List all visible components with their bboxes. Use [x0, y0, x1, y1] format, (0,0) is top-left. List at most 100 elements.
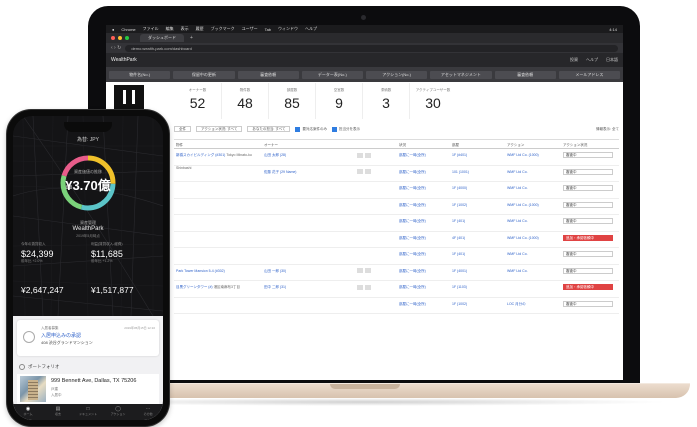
- cell-status[interactable]: 部屋に一時(全所): [399, 215, 452, 231]
- col-header[interactable]: アクション状況: [563, 140, 619, 148]
- cell-action[interactable]: LOC 月分の: [507, 298, 563, 314]
- cell-action[interactable]: WMF Ltd Co.: [507, 248, 563, 264]
- cell-property[interactable]: 目黒グリーンタワー (#) 港区南麻布3丁目: [174, 281, 264, 297]
- property-card[interactable]: 999 Bennett Ave, Dallas, TX 75206 戸建 入居中: [17, 374, 159, 404]
- table-row[interactable]: 部屋に一時(全所) 1F (4000) WMF Ltd Co. 審査中: [174, 182, 619, 199]
- cell-action[interactable]: WMF Ltd Co.: [507, 166, 563, 182]
- cell-room[interactable]: 1F (1002): [452, 199, 507, 215]
- cell-action[interactable]: WMF Ltd Co. (1000): [507, 199, 563, 215]
- action-button-3[interactable]: 審査依頼: [237, 70, 299, 79]
- menu-tab[interactable]: Tab: [265, 27, 271, 32]
- menu-history[interactable]: 履歴: [196, 26, 204, 32]
- status-dropdown[interactable]: 審査中: [563, 152, 613, 159]
- new-tab-icon[interactable]: +: [190, 35, 193, 41]
- property-link[interactable]: Park Tower Mansion 5-4 (#302): [176, 269, 225, 273]
- cell-room[interactable]: 101 (1001): [452, 166, 507, 182]
- cell-owner[interactable]: 佐藤 花子 (29 Name): [264, 166, 357, 182]
- status-dropdown[interactable]: 追加・承認依頼中: [563, 234, 613, 241]
- cell-action[interactable]: WMF Ltd Co. (1000): [507, 232, 563, 248]
- mail-icon[interactable]: [357, 268, 363, 274]
- cell-status[interactable]: 部屋に一時(全所): [399, 232, 452, 248]
- cell-owner[interactable]: 山田 太郎 (28): [264, 149, 357, 165]
- cell-room[interactable]: 4F (401): [452, 232, 507, 248]
- col-header[interactable]: アクション: [507, 140, 563, 148]
- menu-edit[interactable]: 編集: [166, 26, 174, 32]
- filter-select-3[interactable]: あなたの担当: すべて: [247, 126, 291, 132]
- cell-property[interactable]: [174, 199, 264, 215]
- cell-owner[interactable]: [264, 215, 357, 231]
- status-dropdown[interactable]: 審査中: [563, 218, 613, 225]
- apple-icon[interactable]: ●: [112, 27, 114, 32]
- maximize-window-icon[interactable]: [125, 36, 129, 40]
- col-header[interactable]: 部屋: [452, 140, 507, 148]
- header-link-1[interactable]: 投資: [570, 57, 578, 63]
- tab-documents[interactable]: □ ドキュメント: [73, 404, 103, 420]
- tab-income[interactable]: ▤ 収支: [43, 404, 73, 420]
- menu-file[interactable]: ファイル: [143, 26, 159, 32]
- stat-vacancies[interactable]: 空室数 9: [315, 83, 362, 119]
- cell-status[interactable]: 部屋に一時(全所): [399, 281, 452, 297]
- table-row[interactable]: 部屋に一時(全所) 1F (401) WMF Ltd Co. 審査中: [174, 215, 619, 232]
- table-row[interactable]: 新橋スカイビルディング (#301) Tokyo Minato-ku Shinb…: [174, 149, 619, 170]
- status-dropdown[interactable]: 審査中: [563, 201, 613, 208]
- cell-status[interactable]: 部屋に一時(全所): [399, 199, 452, 215]
- cell-status[interactable]: 部屋に一時(全所): [399, 182, 452, 198]
- tab-more[interactable]: ⋯ その他: [133, 404, 163, 420]
- cell-owner[interactable]: [264, 248, 357, 264]
- doc-icon[interactable]: [365, 152, 371, 158]
- stat-rooms[interactable]: 部屋数 85: [268, 83, 315, 119]
- cell-room[interactable]: 1F (#401): [452, 149, 507, 165]
- cell-owner[interactable]: [264, 298, 357, 314]
- cell-owner[interactable]: 山田 一郎 (30): [264, 265, 357, 281]
- url-field[interactable]: demo.wealth-park.com/dashboard: [125, 44, 618, 52]
- status-dropdown[interactable]: 審査中: [563, 168, 613, 175]
- table-row[interactable]: 目黒グリーンタワー (#) 港区南麻布3丁目 田中 二郎 (31) 部屋に一時(全所…: [174, 281, 619, 298]
- cell-status[interactable]: 部屋に一時(全所): [399, 149, 452, 165]
- table-row[interactable]: 部屋に一時(全所) 1F (401) WMF Ltd Co. 審査中: [174, 248, 619, 265]
- action-button-5[interactable]: アクション(No.): [366, 70, 428, 79]
- cell-room[interactable]: 1F (401): [452, 248, 507, 264]
- cell-status[interactable]: 部屋に一時(全所): [399, 265, 452, 281]
- header-link-2[interactable]: ヘルプ: [586, 57, 598, 63]
- minimize-window-icon[interactable]: [118, 36, 122, 40]
- cell-status[interactable]: 部屋に一時(全所): [399, 166, 452, 182]
- cell-owner[interactable]: [264, 199, 357, 215]
- menu-view[interactable]: 表示: [181, 26, 189, 32]
- tab-actions[interactable]: ◯ アクション: [103, 404, 133, 420]
- doc-icon[interactable]: [365, 268, 371, 274]
- cell-property[interactable]: [174, 298, 264, 314]
- stat-owners[interactable]: オーナー数 52: [174, 83, 221, 119]
- checkbox-1[interactable]: 要対応案件のみ: [295, 126, 327, 132]
- action-button-1[interactable]: 物件名(No.): [109, 70, 171, 79]
- checkbox-2[interactable]: 担当分を表示: [331, 126, 360, 132]
- menu-bookmarks[interactable]: ブックマーク: [211, 26, 235, 32]
- col-header[interactable]: 状況: [399, 140, 452, 148]
- table-row[interactable]: 部屋に一時(全所) 4F (401) WMF Ltd Co. (1000) 追加・承認…: [174, 232, 619, 248]
- mail-icon[interactable]: [357, 284, 363, 290]
- cell-property[interactable]: [174, 215, 264, 231]
- doc-icon[interactable]: [365, 169, 371, 175]
- menu-help[interactable]: ヘルプ: [305, 26, 317, 32]
- menu-window[interactable]: ウィンドウ: [278, 26, 298, 32]
- cell-property[interactable]: [174, 166, 264, 182]
- action-button-4[interactable]: データー表(No.): [301, 70, 363, 79]
- col-header[interactable]: オーナー: [264, 140, 357, 148]
- stat-properties[interactable]: 物件数 48: [221, 83, 268, 119]
- cell-room[interactable]: 1F (4000): [452, 182, 507, 198]
- cell-room[interactable]: 1F (4001): [452, 265, 507, 281]
- action-button-7[interactable]: 審査依頼: [494, 70, 556, 79]
- action-button-8[interactable]: メールアドレス: [558, 70, 620, 79]
- property-link[interactable]: 新橋スカイビルディング (#301): [176, 153, 225, 157]
- cell-room[interactable]: 1F (401): [452, 215, 507, 231]
- doc-icon[interactable]: [365, 284, 371, 290]
- cell-owner[interactable]: [264, 232, 357, 248]
- table-row[interactable]: 部屋に一時(全所) 1F (1002) LOC 月分の 審査中: [174, 298, 619, 314]
- cell-property[interactable]: [174, 182, 264, 198]
- status-dropdown[interactable]: 審査中: [563, 185, 613, 192]
- cell-action[interactable]: WMF Ltd Co.: [507, 215, 563, 231]
- notification-card[interactable]: 入居者募集 入居申込みの承認 408 渋谷グランドマンション 2019年05月1…: [17, 320, 159, 356]
- cell-room[interactable]: 1F (1103): [452, 281, 507, 297]
- cell-owner[interactable]: 田中 二郎 (31): [264, 281, 357, 297]
- cell-action[interactable]: WMF Ltd Co.: [507, 265, 563, 281]
- cell-property[interactable]: [174, 232, 264, 248]
